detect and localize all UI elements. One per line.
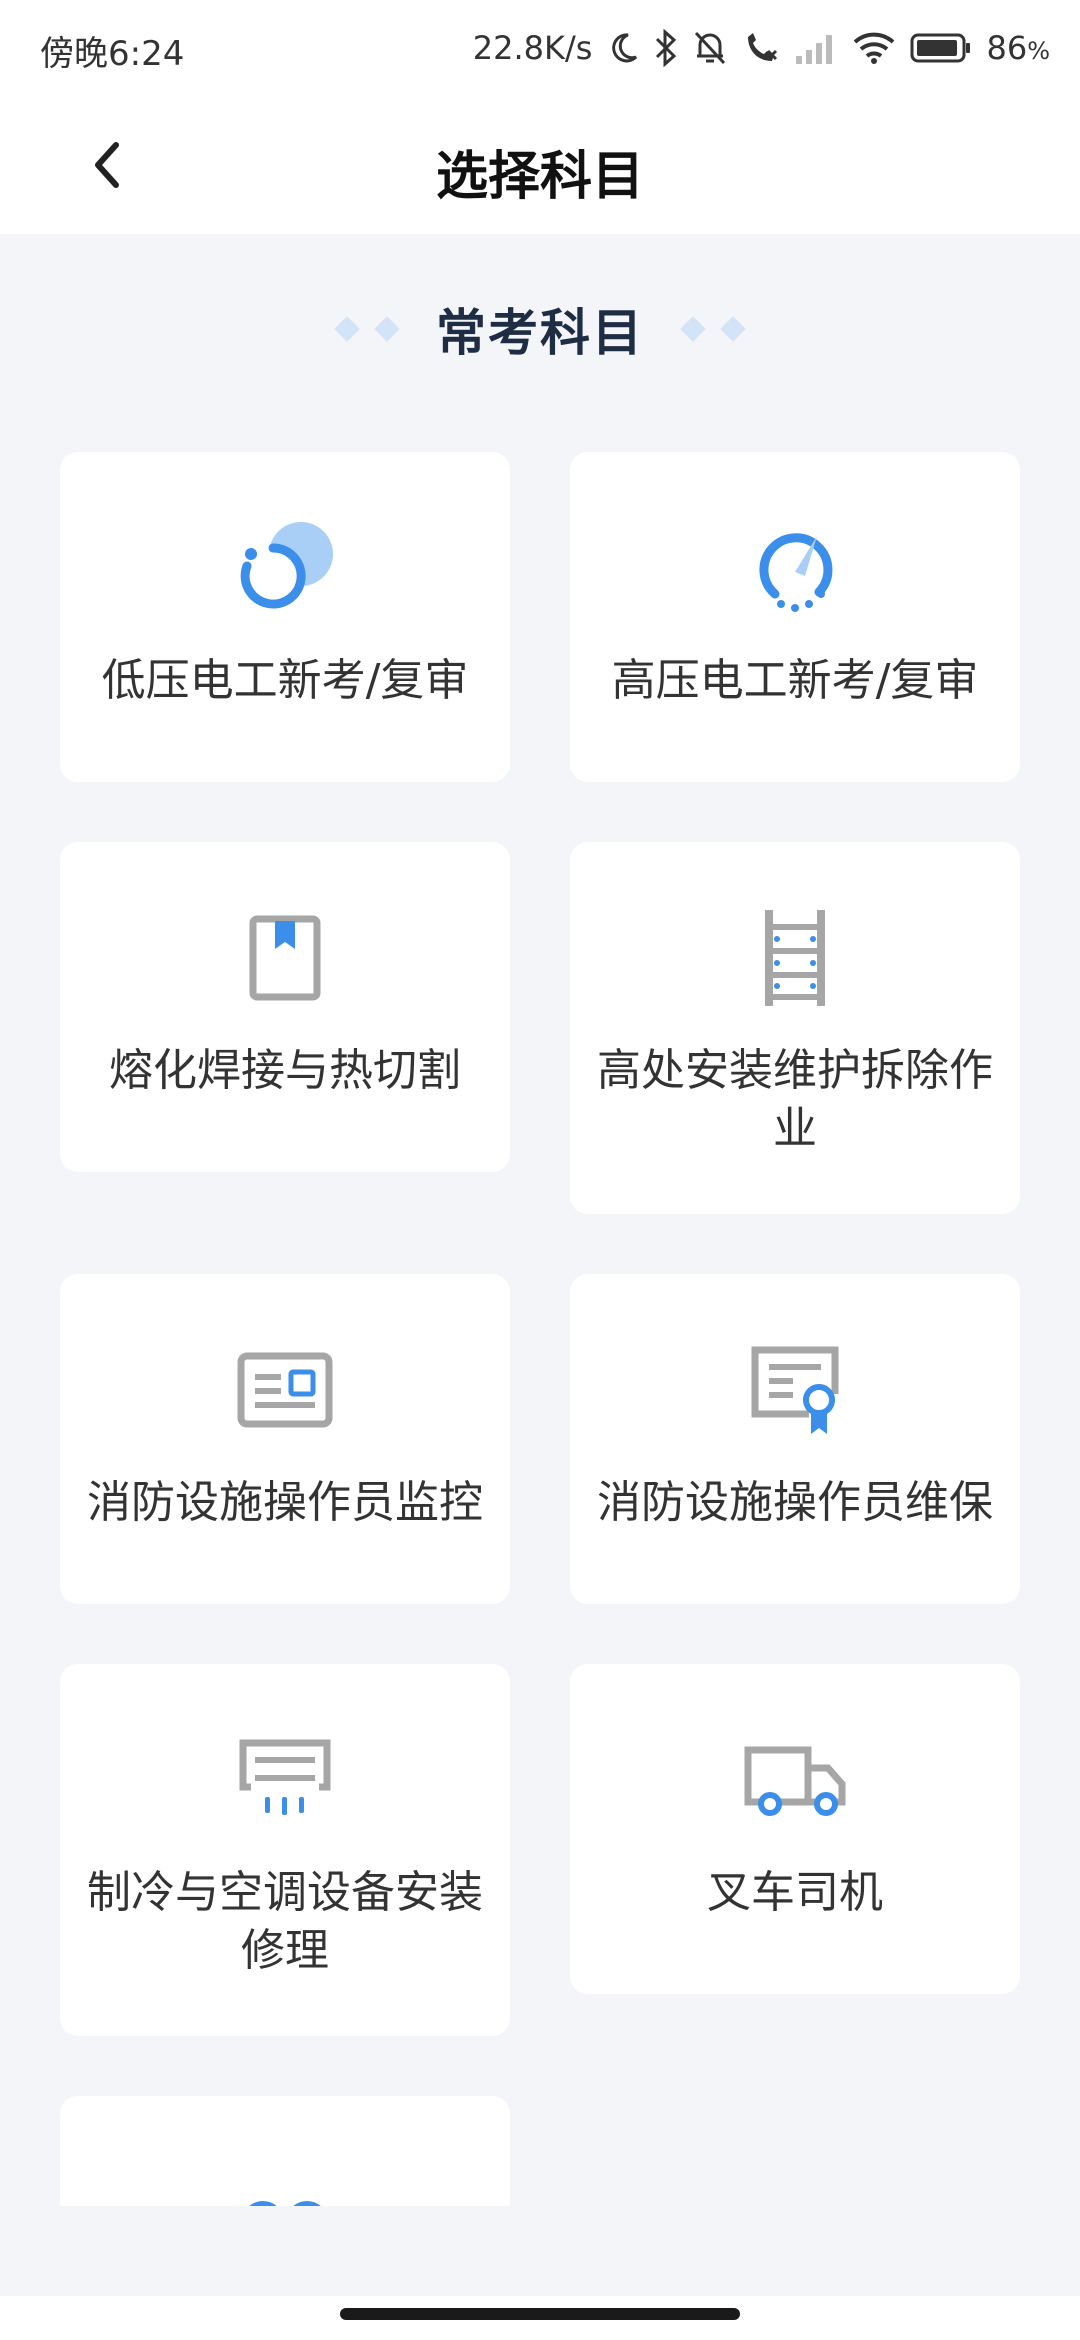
diamond-decoration: [334, 316, 360, 342]
subject-card-high-voltage[interactable]: 高压电工新考/复审: [570, 452, 1020, 782]
air-conditioner-icon: [239, 1739, 331, 1815]
section-heading: 常考科目: [0, 294, 1080, 364]
diamond-decoration: [374, 316, 400, 342]
subject-card-partial[interactable]: [60, 2096, 510, 2206]
high-voltage-gauge-icon: [759, 533, 833, 612]
subject-label: 消防设施操作员监控: [87, 1477, 483, 1528]
section-title: 常考科目: [436, 304, 644, 362]
subject-card-refrigeration[interactable]: 制冷与空调设备安装修理: [60, 1664, 510, 2036]
diamond-decoration: [680, 316, 706, 342]
diamond-decoration: [720, 316, 746, 342]
subject-label: 低压电工新考/复审: [101, 655, 469, 706]
page-title: 选择科目: [435, 147, 644, 207]
subject-card-forklift[interactable]: 叉车司机: [570, 1664, 1020, 1994]
subject-label: 熔化焊接与热切割: [109, 1045, 461, 1096]
subject-card-fire-maintenance[interactable]: 消防设施操作员维保: [570, 1274, 1020, 1604]
ladder-icon: [765, 910, 825, 1006]
subject-card-fire-monitor[interactable]: 消防设施操作员监控: [60, 1274, 510, 1604]
subject-card-low-voltage[interactable]: 低压电工新考/复审: [60, 452, 510, 782]
signal-icon: [796, 35, 833, 64]
certificate-icon: [751, 1346, 839, 1434]
status-icons: 22.8K/s 86%: [473, 22, 1050, 74]
id-card-icon: [237, 1352, 333, 1428]
moon-icon: [612, 33, 638, 63]
wifi-icon: [854, 32, 895, 64]
subject-card-welding[interactable]: 熔化焊接与热切割: [60, 842, 510, 1172]
app-header: 选择科目: [0, 96, 1080, 234]
subject-card-high-altitude[interactable]: 高处安装维护拆除作业: [570, 842, 1020, 1214]
home-indicator[interactable]: [340, 2308, 740, 2320]
subject-grid: 低压电工新考/复审 高压电工新考/复审 熔化焊接与热切割 高处安装维护拆除作业 …: [0, 400, 1080, 2206]
bookmark-book-icon: [249, 915, 321, 1001]
low-voltage-icon: [240, 522, 333, 609]
status-time: 傍晚6:24: [40, 34, 185, 74]
subject-label: 高压电工新考/复审: [611, 655, 979, 706]
bell-off-icon: [695, 31, 726, 65]
subject-label: 消防设施操作员维保: [597, 1477, 993, 1528]
subject-label: 制冷与空调设备安装修理: [87, 1867, 483, 1976]
subject-label: 叉车司机: [707, 1867, 883, 1918]
bluetooth-icon: [656, 29, 677, 67]
battery-level: 86%: [986, 29, 1050, 67]
battery-icon: [910, 33, 971, 63]
network-speed: 22.8K/s: [472, 29, 593, 67]
subject-label: 高处安装维护拆除作业: [597, 1045, 993, 1154]
status-bar: 傍晚6:24 22.8K/s 86%: [0, 0, 1080, 96]
chain-link-icon: [249, 2201, 321, 2206]
truck-icon: [744, 1746, 846, 1816]
call-icon: [748, 33, 778, 61]
